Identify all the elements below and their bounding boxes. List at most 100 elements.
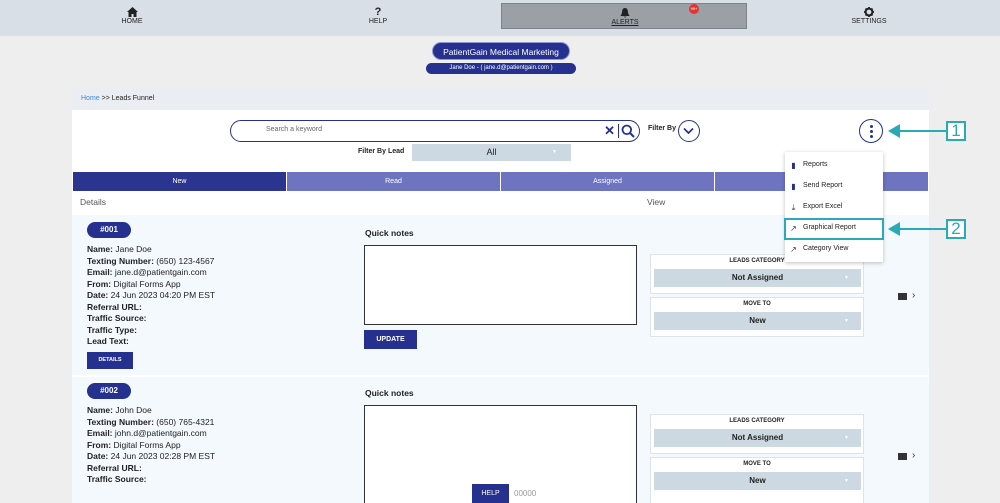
- name-label: Name:: [87, 405, 113, 415]
- more-options-menu: ▮ Reports ▮ Send Report ⤓ Export Excel ↗…: [785, 152, 883, 262]
- from-value: Digital Forms App: [113, 439, 181, 450]
- search-divider: [618, 124, 619, 138]
- download-icon: ⤓: [791, 203, 796, 212]
- details-header: Details: [80, 197, 106, 207]
- from-label: From:: [87, 278, 112, 289]
- from-value: Digital Forms App: [113, 278, 181, 289]
- texting-value: (650) 123-4567: [156, 255, 215, 266]
- menu-item-send-report[interactable]: Send Report: [803, 182, 842, 189]
- send-report-icon: ▮: [791, 182, 796, 191]
- nav-settings[interactable]: SETTINGS: [809, 0, 929, 36]
- leads-category-label: LEADS CATEGORY: [729, 418, 785, 424]
- lead-traffic-type: Traffic Type:: [87, 325, 137, 337]
- menu-item-reports[interactable]: Reports: [803, 161, 828, 168]
- select-caret-icon: ▼: [552, 149, 557, 155]
- leads-panel: Home >> Leads Funnel Search a keyword ✕ …: [72, 88, 929, 503]
- help-button[interactable]: HELP: [472, 484, 509, 503]
- tab-read[interactable]: Read: [287, 172, 500, 191]
- texting-value: (650) 765-4321: [156, 416, 215, 427]
- chevron-down-icon: [683, 127, 694, 135]
- leads-category-select[interactable]: Not Assigned ▼: [654, 429, 861, 447]
- tab-new[interactable]: New: [73, 172, 286, 191]
- referral-label: Referral URL:: [87, 301, 142, 312]
- traffic-type-label: Traffic Type:: [87, 324, 137, 335]
- email-label: Email:: [87, 428, 113, 438]
- move-to-value: New: [749, 476, 766, 485]
- nav-home[interactable]: HOME: [72, 0, 192, 36]
- leads-category-select[interactable]: Not Assigned ▼: [654, 269, 861, 287]
- lead-traffic-source: Traffic Source:: [87, 474, 147, 486]
- annotation-number-2: 2: [946, 219, 966, 239]
- breadcrumb-home-link[interactable]: Home: [81, 95, 100, 102]
- search-bar[interactable]: Search a keyword ✕: [230, 120, 640, 142]
- lead-from: From: Digital Forms App: [87, 440, 181, 452]
- select-caret-icon: ▼: [844, 478, 849, 484]
- date-label: Date:: [87, 290, 109, 300]
- lead-referral-url: Referral URL:: [87, 463, 142, 475]
- alerts-count-badge: 99+: [689, 4, 699, 14]
- reports-icon: ▮: [791, 161, 796, 170]
- move-to-value: New: [749, 316, 766, 325]
- filter-by-toggle[interactable]: [678, 120, 700, 142]
- quick-notes-textarea[interactable]: [364, 245, 637, 325]
- help-counter: 00000: [514, 489, 537, 498]
- breadcrumb-separator: >>: [99, 95, 112, 102]
- details-button[interactable]: DETAILS: [87, 352, 133, 369]
- move-to-select[interactable]: New ▼: [654, 472, 861, 490]
- lead-id-badge[interactable]: #002: [87, 383, 131, 399]
- texting-label: Texting Number:: [87, 255, 154, 266]
- leads-category-value: Not Assigned: [731, 273, 784, 282]
- date-value: 24 Jun 2023 02:28 PM EST: [110, 451, 216, 461]
- email-value: john.d@patientgain.com: [114, 428, 207, 438]
- user-pill[interactable]: Jane Doe - ( jane.d@patientgain.com ): [426, 63, 576, 74]
- referral-label: Referral URL:: [87, 462, 142, 473]
- select-caret-icon: ▼: [844, 318, 849, 324]
- move-to-label: MOVE TO: [743, 461, 771, 467]
- menu-item-export-excel[interactable]: Export Excel: [803, 203, 842, 210]
- lead-text: Lead Text:: [87, 336, 129, 348]
- tab-assigned[interactable]: Assigned: [501, 172, 714, 191]
- date-value: 24 Jun 2023 04:20 PM EST: [110, 290, 216, 300]
- clear-search-icon[interactable]: ✕: [604, 123, 615, 139]
- nav-help[interactable]: ? HELP: [318, 0, 438, 36]
- name-value: John Doe: [115, 405, 152, 415]
- lead-name: Name: Jane Doe: [87, 244, 152, 256]
- nav-alerts[interactable]: ALERTS 99+: [501, 3, 747, 29]
- update-button[interactable]: UPDATE: [364, 330, 417, 349]
- move-to-select[interactable]: New ▼: [654, 312, 861, 330]
- lead-texting-number: Texting Number: (650) 765-4321: [87, 417, 214, 429]
- email-label: Email:: [87, 267, 113, 277]
- lead-text-label: Lead Text:: [87, 336, 129, 346]
- chevron-right-icon[interactable]: ›: [912, 291, 915, 301]
- nav-alerts-inner: ALERTS 99+: [565, 1, 699, 37]
- lead-referral-url: Referral URL:: [87, 302, 142, 314]
- quick-notes-label: Quick notes: [365, 228, 414, 238]
- filter-by-lead-select[interactable]: All ▼: [412, 144, 571, 161]
- brand-title: PatientGain Medical Marketing: [432, 42, 570, 60]
- breadcrumb: Home >> Leads Funnel: [72, 88, 929, 110]
- search-icon[interactable]: [621, 124, 635, 138]
- view-header: View: [647, 197, 666, 207]
- kebab-dot: [869, 134, 873, 138]
- lead-name: Name: John Doe: [87, 405, 152, 417]
- trend-chart-icon: ↗: [790, 245, 797, 254]
- traffic-source-label: Traffic Source:: [87, 474, 147, 484]
- gear-icon: [809, 0, 929, 18]
- more-options-button[interactable]: [859, 119, 883, 143]
- nav-home-label: HOME: [121, 18, 143, 25]
- mail-icon[interactable]: [898, 453, 907, 460]
- filter-by-label: Filter By: [648, 125, 677, 132]
- menu-item-category-view[interactable]: Category View: [803, 245, 848, 252]
- nav-help-label: HELP: [368, 18, 388, 25]
- lead-date: Date: 24 Jun 2023 02:28 PM EST: [87, 451, 215, 463]
- chevron-right-icon[interactable]: ›: [912, 451, 915, 461]
- from-label: From:: [87, 439, 112, 450]
- lead-id-badge[interactable]: #001: [87, 222, 131, 238]
- kebab-dot: [869, 129, 873, 133]
- nav-settings-label: SETTINGS: [851, 18, 887, 25]
- mail-icon[interactable]: [898, 293, 907, 300]
- quick-notes-label: Quick notes: [365, 388, 414, 398]
- search-input[interactable]: Search a keyword: [266, 126, 322, 133]
- traffic-source-label: Traffic Source:: [87, 313, 147, 323]
- move-to-box: MOVE TO New ▼: [650, 457, 864, 503]
